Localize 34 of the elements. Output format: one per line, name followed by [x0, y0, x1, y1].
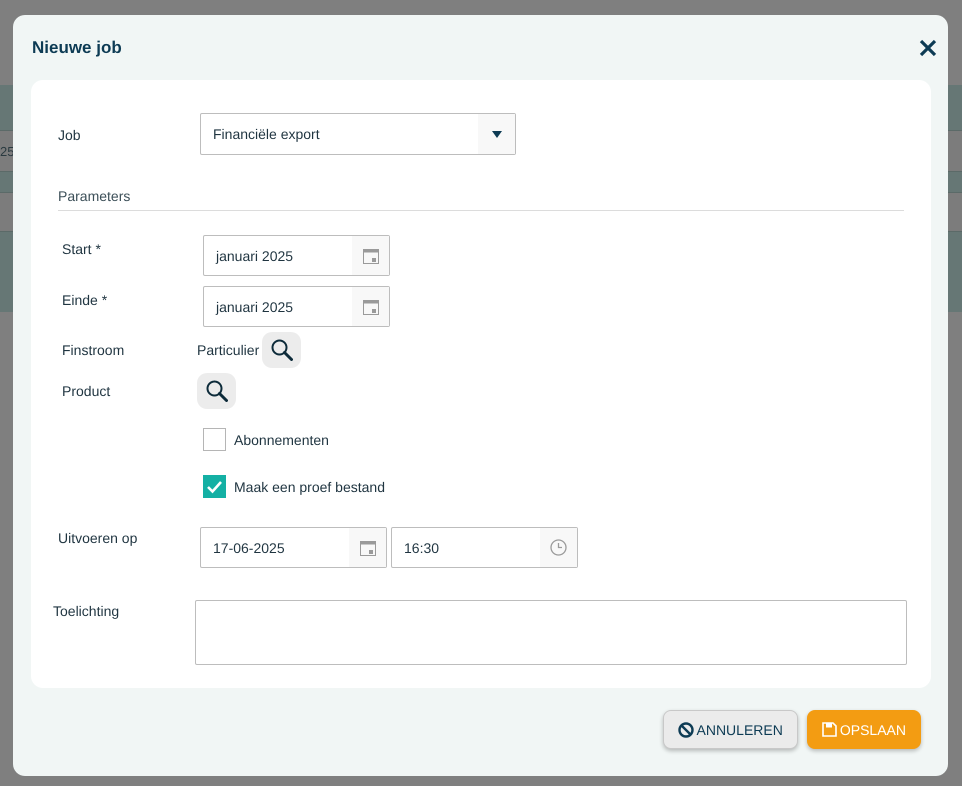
date-field[interactable]: januari 2025 — [203, 235, 390, 276]
checkbox[interactable] — [203, 475, 226, 498]
floppy-icon — [822, 722, 837, 737]
calendar-icon — [362, 248, 378, 264]
job-select[interactable]: Financiële export — [200, 113, 516, 155]
field-label: Product — [61, 382, 112, 399]
checkbox-label: Maak een proef bestand — [234, 478, 385, 494]
calendar-icon — [360, 540, 376, 556]
calendar-icon — [362, 298, 378, 314]
close-button[interactable] — [919, 38, 937, 56]
field-label: Toelichting — [53, 602, 120, 619]
time-field[interactable]: 16:30 — [391, 527, 578, 568]
field-label: Einde * — [61, 291, 108, 308]
cancel-button[interactable]: ANNULEREN — [662, 710, 798, 749]
search-icon — [206, 380, 228, 402]
field-value: Particulier — [197, 342, 260, 358]
date-field[interactable]: 17-06-2025 — [200, 527, 387, 568]
section-title: Parameters — [58, 188, 130, 204]
field-label: Finstroom — [61, 341, 126, 358]
ban-icon — [678, 722, 694, 738]
field-label: Uitvoeren op — [58, 529, 138, 546]
checkbox[interactable] — [203, 428, 226, 451]
dialog-title: Nieuwe job — [32, 38, 122, 58]
search-button[interactable] — [262, 332, 302, 368]
search-icon — [270, 339, 293, 361]
caret-icon — [492, 130, 502, 138]
checkbox-label: Abonnementen — [234, 432, 329, 448]
clock-icon — [550, 539, 567, 556]
field-label: Start * — [61, 240, 102, 257]
search-button[interactable] — [197, 373, 236, 409]
date-field[interactable]: januari 2025 — [203, 286, 390, 327]
check-icon — [206, 480, 223, 494]
notes-field[interactable] — [195, 600, 907, 665]
field-label: Job — [58, 126, 82, 143]
